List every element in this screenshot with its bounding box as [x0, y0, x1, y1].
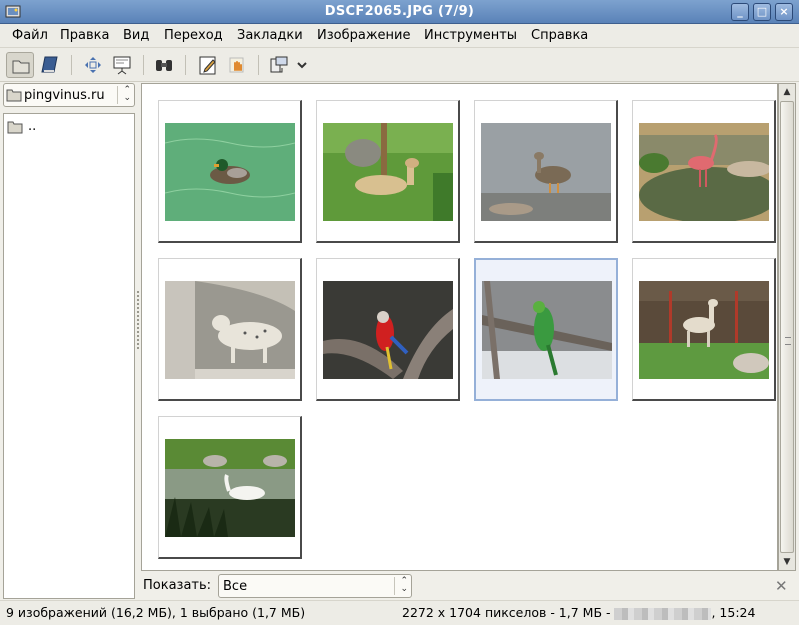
thumbnail-grid [141, 83, 778, 571]
menu-tools[interactable]: Инструменты [424, 28, 517, 43]
hand-tool-button[interactable] [223, 52, 251, 78]
filter-value: Все [223, 579, 248, 594]
catalog-button[interactable] [36, 52, 64, 78]
status-selection: 9 изображений (16,2 МБ), 1 выбрано (1,7 … [6, 605, 306, 620]
combo-arrows-icon: ⌃ ⌄ [394, 577, 408, 595]
move-icon [85, 57, 101, 73]
thumbnail-image [482, 281, 612, 379]
transform-menu-button[interactable] [293, 52, 311, 78]
thumbnail-image [323, 123, 453, 221]
thumbnail-green-parrot[interactable] [474, 258, 618, 401]
thumbnail-image [481, 123, 611, 221]
thumbnail-image [639, 123, 769, 221]
menu-help[interactable]: Справка [531, 28, 588, 43]
slideshow-button[interactable] [108, 52, 136, 78]
status-dimensions: 2272 x 1704 пикселов - 1,7 МБ - [402, 605, 615, 620]
transform-button[interactable] [265, 52, 293, 78]
scroll-up-icon[interactable]: ▲ [779, 84, 795, 100]
menu-file[interactable]: Файл [12, 28, 48, 43]
book-icon [41, 56, 58, 73]
thumbnail-red-macaw[interactable] [316, 258, 460, 401]
fit-button[interactable] [79, 52, 107, 78]
thumbnail-scrollbar[interactable]: ▲ ▼ [778, 83, 796, 571]
folder-list: .. [3, 113, 135, 599]
chevron-down-icon [297, 62, 307, 69]
thumbnail-snow-leopard[interactable] [158, 258, 302, 401]
transform-icon [270, 56, 288, 73]
thumbnail-image [165, 123, 295, 221]
toolbar [0, 48, 799, 82]
filter-bar: Показать: Все ⌃ ⌄ ✕ [141, 573, 799, 599]
thumbnail-image [323, 281, 453, 379]
scrollbar-thumb[interactable] [780, 101, 794, 553]
thumbnail-image [639, 281, 769, 379]
slideshow-icon [113, 56, 131, 75]
redacted-date [614, 607, 712, 620]
maximize-button[interactable]: □ [753, 3, 771, 21]
grip-icon [785, 337, 791, 345]
thumbnail-alpaca-lying[interactable] [316, 100, 460, 243]
thumbnail-white-goose[interactable] [158, 416, 302, 559]
folder-icon [6, 89, 22, 102]
pane-splitter[interactable] [136, 290, 140, 350]
filter-combo[interactable]: Все ⌃ ⌄ [218, 574, 412, 598]
menu-go[interactable]: Переход [164, 28, 223, 43]
title-bar: DSCF2065.JPG (7/9) _ □ × [0, 0, 799, 24]
thumbnail-duck[interactable] [158, 100, 302, 243]
minimize-button[interactable]: _ [731, 3, 749, 21]
combo-arrows-icon: ⌃ ⌄ [117, 86, 131, 104]
edit-icon [199, 56, 216, 75]
window-title: DSCF2065.JPG (7/9) [324, 4, 475, 19]
menu-edit[interactable]: Правка [60, 28, 109, 43]
status-image-info: 2272 x 1704 пикселов - 1,7 МБ - , 15:24 [402, 605, 755, 620]
menu-bar: Файл Правка Вид Переход Закладки Изображ… [0, 24, 799, 48]
folder-name: .. [28, 119, 37, 134]
thumbnail-image [165, 439, 295, 537]
find-button[interactable] [150, 52, 178, 78]
scroll-down-icon[interactable]: ▼ [779, 554, 795, 570]
location-label: pingvinus.ru [24, 88, 105, 103]
browser-mode-button[interactable] [6, 52, 34, 78]
filter-label: Показать: [143, 578, 212, 593]
menu-view[interactable]: Вид [123, 28, 149, 43]
location-combo[interactable]: pingvinus.ru ⌃ ⌄ [3, 83, 135, 107]
close-icon[interactable]: ✕ [775, 577, 788, 595]
folder-icon [7, 121, 23, 134]
folder-view-icon [12, 60, 30, 74]
thumbnail-image [165, 281, 295, 379]
thumbnail-flamingo[interactable] [632, 100, 776, 243]
thumbnail-goose[interactable] [474, 100, 618, 243]
menu-bookmarks[interactable]: Закладки [237, 28, 303, 43]
hand-icon [229, 57, 244, 73]
thumbnail-llama[interactable] [632, 258, 776, 401]
binoculars-icon [156, 60, 172, 71]
status-time: , 15:24 [711, 605, 756, 620]
close-button[interactable]: × [775, 3, 793, 21]
edit-comment-button[interactable] [194, 52, 222, 78]
status-bar: 9 изображений (16,2 МБ), 1 выбрано (1,7 … [0, 600, 799, 625]
menu-image[interactable]: Изображение [317, 28, 410, 43]
